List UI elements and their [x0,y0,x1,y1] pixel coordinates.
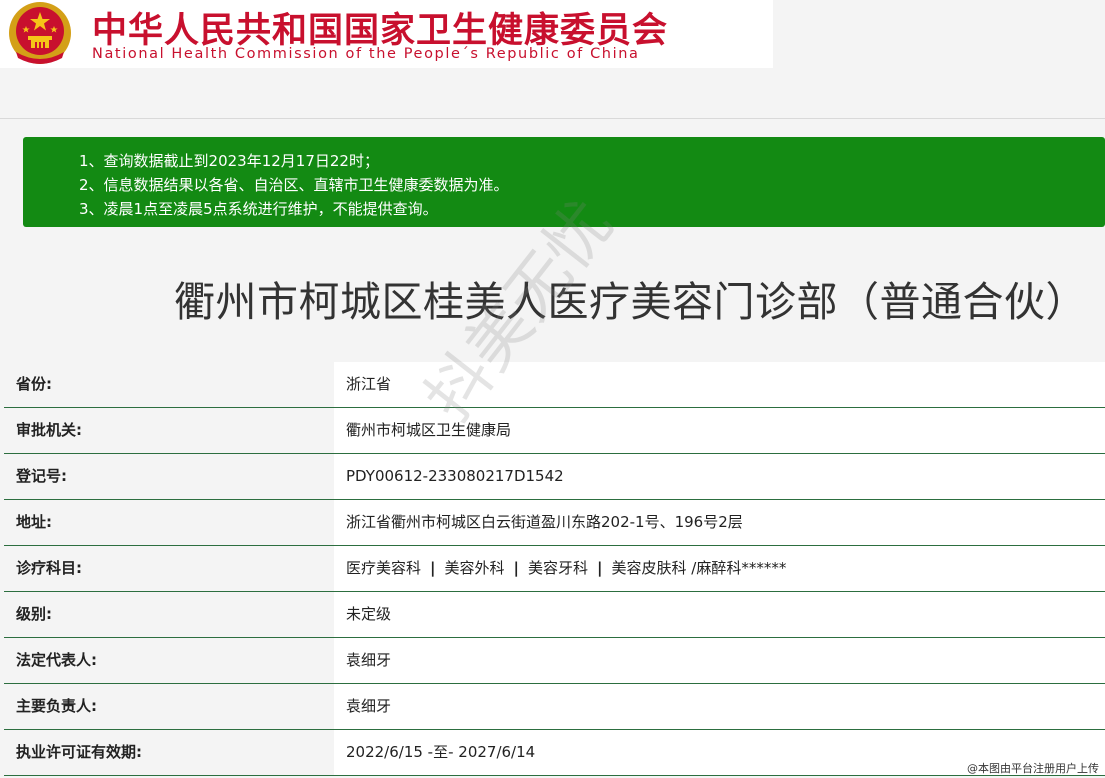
row-label: 地址: [16,513,52,531]
department-item: 美容外科 [444,559,505,577]
info-row-license-validity: 执业许可证有效期: 2022/6/15 -至- 2027/6/14 [4,730,1105,776]
info-row-principal: 主要负责人: 袁细牙 [4,684,1105,730]
header-divider [0,118,1105,119]
notice-line-1: 1、查询数据截止到2023年12月17日22时； [79,152,379,170]
info-row-legal-representative: 法定代表人: 袁细牙 [4,638,1105,684]
notice-banner: 1、查询数据截止到2023年12月17日22时； 2、信息数据结果以各省、自治区… [23,137,1105,227]
national-emblem-icon [9,2,71,64]
row-value: 浙江省 [334,362,1105,407]
department-item: 美容牙科 [528,559,589,577]
info-row-address: 地址: 浙江省衢州市柯城区白云街道盈川东路202-1号、196号2层 [4,500,1105,546]
row-label: 审批机关: [16,421,82,439]
row-value: 衢州市柯城区卫生健康局 [334,408,1105,453]
row-value: 袁细牙 [334,684,1105,729]
info-row-departments: 诊疗科目: 医疗美容科 | 美容外科 | 美容牙科 | 美容皮肤科 /麻醉科****** [4,546,1105,592]
notice-line-3: 3、凌晨1点至凌晨5点系统进行维护，不能提供查询。 [79,200,438,218]
info-row-registration-number: 登记号: PDY00612-233080217D1542 [4,454,1105,500]
department-separator: | [597,559,603,577]
row-value: 浙江省衢州市柯城区白云街道盈川东路202-1号、196号2层 [334,500,1105,545]
row-label: 级别: [16,605,52,623]
row-label: 省份: [16,375,52,393]
department-item: 医疗美容科 [346,559,422,577]
upload-credit-note: @本图由平台注册用户上传 [967,762,1099,775]
department-separator: | [430,559,436,577]
site-header: 中华人民共和国国家卫生健康委员会 National Health Commiss… [0,0,773,68]
row-label: 法定代表人: [16,651,97,669]
row-label: 执业许可证有效期: [16,743,142,761]
row-label: 主要负责人: [16,697,97,715]
site-title-english: National Health Commission of the People… [92,46,640,62]
institution-info-table: 省份: 浙江省 审批机关: 衢州市柯城区卫生健康局 登记号: PDY00612-… [4,362,1105,776]
row-value: PDY00612-233080217D1542 [334,454,1105,499]
row-value: 未定级 [334,592,1105,637]
department-item: 美容皮肤科 /麻醉科****** [611,559,787,577]
info-row-approval-authority: 审批机关: 衢州市柯城区卫生健康局 [4,408,1105,454]
row-label: 诊疗科目: [16,559,82,577]
notice-line-2: 2、信息数据结果以各省、自治区、直辖市卫生健康委数据为准。 [79,176,509,194]
institution-name-title: 衢州市柯城区桂美人医疗美容门诊部（普通合伙） [174,278,1087,326]
department-separator: | [513,559,519,577]
row-value: 医疗美容科 | 美容外科 | 美容牙科 | 美容皮肤科 /麻醉科****** [334,546,1105,591]
row-label: 登记号: [16,467,67,485]
info-row-level: 级别: 未定级 [4,592,1105,638]
row-value: 袁细牙 [334,638,1105,683]
info-row-province: 省份: 浙江省 [4,362,1105,408]
